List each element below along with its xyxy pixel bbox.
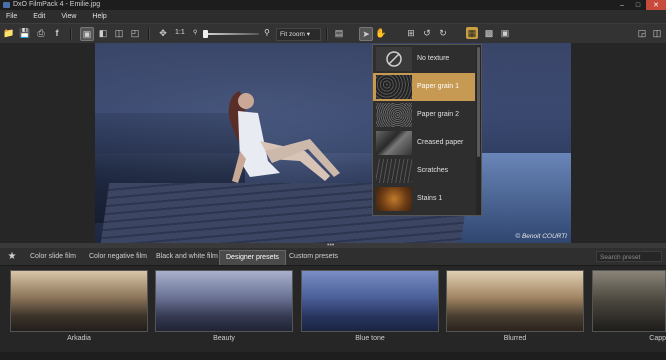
texture-option[interactable]: No texture [373, 45, 475, 73]
toolbar-separator [148, 28, 150, 40]
photo-preview[interactable]: © Benoit COURTI [95, 43, 571, 243]
vignette-icon[interactable]: ▩ [483, 27, 495, 39]
frame-icon[interactable]: ▣ [499, 27, 511, 39]
open-folder-icon[interactable]: 📁 [3, 27, 15, 39]
menu-file[interactable]: File [6, 13, 17, 20]
texture-option[interactable]: Paper grain 1 [373, 73, 475, 101]
menu-view[interactable]: View [61, 13, 76, 20]
compare-view-icon[interactable]: ◰ [129, 27, 141, 39]
image-viewer: © Benoit COURTI [0, 43, 666, 243]
texture-icon[interactable]: ▦ [466, 27, 478, 39]
texture-thumb [376, 187, 412, 211]
texture-label: No texture [417, 55, 450, 62]
texture-label: Paper grain 2 [417, 111, 460, 118]
minimize-button[interactable]: – [614, 0, 630, 10]
zoom-out-icon[interactable]: ⚲ [193, 29, 197, 36]
status-bar [0, 352, 666, 360]
histogram-icon[interactable]: ▤ [333, 27, 345, 39]
facebook-icon[interactable]: f [51, 27, 63, 39]
menu-bar: File Edit View Help [0, 10, 666, 23]
side-by-side-icon[interactable]: ◫ [113, 27, 125, 39]
photo-credit: © Benoit COURTI [515, 233, 567, 240]
texture-scrollbar[interactable] [476, 45, 481, 215]
tab-black-and-white-film[interactable]: Black and white film [150, 250, 224, 264]
preset-caption: Beauty [213, 335, 235, 342]
preset-strip: Arkadia Beauty Blue tone Blurred Capp [0, 266, 666, 360]
texture-option[interactable]: Stains 1 [373, 185, 475, 213]
search-preset-input[interactable]: Search preset [596, 251, 662, 262]
zoom-in-icon[interactable]: ⚲ [264, 28, 270, 37]
panel-toggle-icon[interactable]: ◫ [651, 27, 663, 39]
tab-color-slide-film[interactable]: Color slide film [24, 250, 82, 264]
preset-caption: Arkadia [67, 335, 91, 342]
texture-scrollbar-thumb[interactable] [477, 47, 480, 157]
toolbar-separator [326, 28, 328, 40]
app-icon [3, 2, 10, 8]
texture-option[interactable]: Scratches [373, 157, 475, 185]
texture-option[interactable]: Paper grain 2 [373, 101, 475, 129]
preset-image [301, 270, 439, 332]
toolbar: 📁 💾 ⎙ f ▣ ◧ ◫ ◰ ✥ 1:1 ⚲ ⚲ Fit zoom ▾ ▤ ➤… [0, 23, 666, 44]
preset-thumbnail[interactable]: Beauty [155, 270, 293, 344]
menu-edit[interactable]: Edit [33, 13, 45, 20]
close-button[interactable]: ✕ [646, 0, 666, 10]
tab-color-negative-film[interactable]: Color negative film [83, 250, 153, 264]
hand-tool-icon[interactable]: ✋ [375, 27, 387, 39]
window-controls: – □ ✕ [614, 0, 666, 10]
preset-caption: Capp [649, 335, 666, 342]
preset-thumbnail[interactable]: Arkadia [10, 270, 148, 344]
zoom-ratio[interactable]: 1:1 [175, 29, 185, 36]
texture-thumb [376, 159, 412, 183]
fullscreen-icon[interactable]: ◲ [636, 27, 648, 39]
tab-custom-presets[interactable]: Custom presets [283, 250, 344, 264]
texture-label: Creased paper [417, 139, 464, 146]
no-symbol-icon [386, 51, 402, 67]
texture-label: Scratches [417, 167, 449, 174]
texture-thumb [376, 75, 412, 99]
print-icon[interactable]: ⎙ [35, 27, 47, 39]
maximize-button[interactable]: □ [630, 0, 646, 10]
preset-image [155, 270, 293, 332]
zoom-slider[interactable] [203, 30, 259, 38]
rotate-right-icon[interactable]: ↻ [437, 27, 449, 39]
texture-thumb [376, 103, 412, 127]
texture-option[interactable]: Creased paper [373, 129, 475, 157]
preset-image [592, 270, 666, 332]
zoom-mode-select[interactable]: Fit zoom ▾ [276, 28, 321, 41]
zoom-slider-knob[interactable] [203, 30, 208, 38]
rotate-left-icon[interactable]: ↺ [421, 27, 433, 39]
tab-designer-presets[interactable]: Designer presets [219, 250, 286, 265]
title-bar: DxO FilmPack 4 - Emilie.jpg – □ ✕ [0, 0, 666, 10]
preset-caption: Blurred [503, 335, 527, 342]
texture-label: Paper grain 1 [417, 83, 460, 90]
toolbar-separator [70, 28, 72, 40]
menu-help[interactable]: Help [92, 13, 106, 20]
preset-thumbnail[interactable]: Capp [592, 270, 666, 344]
crop-icon[interactable]: ⊞ [405, 27, 417, 39]
preset-thumbnail[interactable]: Blurred [446, 270, 584, 344]
preset-tabs-bar: ★ Color slide film Color negative film B… [0, 248, 666, 266]
photo-subject [228, 91, 340, 183]
preset-image [10, 270, 148, 332]
preset-caption: Blue tone [355, 335, 385, 342]
preset-thumbnail[interactable]: Blue tone [301, 270, 439, 344]
split-view-icon[interactable]: ◧ [97, 27, 109, 39]
select-pointer-icon[interactable]: ➤ [359, 27, 373, 41]
move-icon[interactable]: ✥ [157, 27, 169, 39]
window-title: DxO FilmPack 4 - Emilie.jpg [13, 1, 101, 8]
no-texture-thumb [376, 47, 412, 71]
texture-panel: No texture Paper grain 1 Paper grain 2 C… [372, 44, 482, 216]
single-view-icon[interactable]: ▣ [80, 27, 94, 41]
favorites-star-icon[interactable]: ★ [3, 251, 21, 262]
texture-label: Stains 1 [417, 195, 443, 202]
save-icon[interactable]: 💾 [19, 27, 31, 39]
zoom-mode-value: Fit zoom [280, 31, 305, 38]
preset-image [446, 270, 584, 332]
texture-thumb [376, 131, 412, 155]
